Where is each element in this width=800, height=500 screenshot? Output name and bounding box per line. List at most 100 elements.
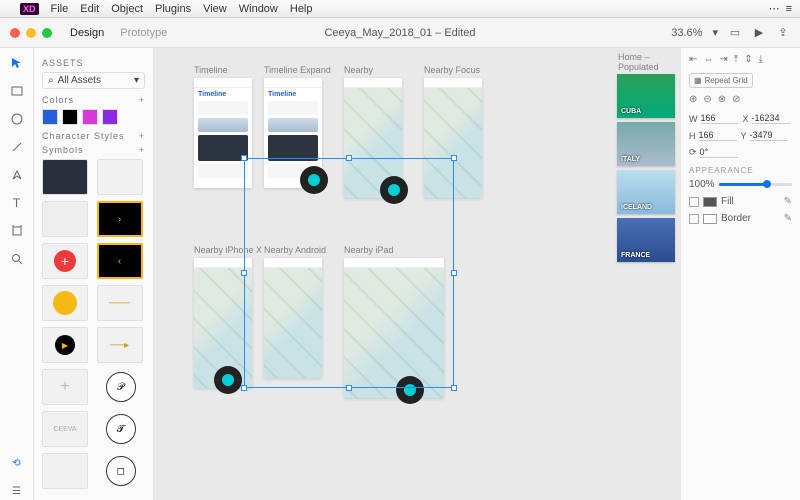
swatch[interactable]	[62, 109, 78, 125]
fullscreen-icon[interactable]	[42, 28, 52, 38]
opacity-value[interactable]: 100%	[689, 179, 715, 190]
artboard-nearby-iphonex[interactable]: Nearby iPhone X	[194, 258, 252, 388]
menu-window[interactable]: Window	[239, 3, 278, 15]
symbol-thumbnail[interactable]	[42, 453, 88, 489]
share-icon[interactable]: ⇪	[776, 26, 790, 40]
rectangle-tool[interactable]	[8, 82, 26, 100]
menu-view[interactable]: View	[203, 3, 227, 15]
exclude-icon[interactable]: ⊘	[732, 94, 740, 105]
artboard-label[interactable]: Home – Populated	[612, 48, 680, 74]
swatch[interactable]	[82, 109, 98, 125]
intersect-icon[interactable]: ⊗	[718, 94, 726, 105]
align-bottom-icon[interactable]: ⤓	[759, 54, 763, 65]
symbol-thumbnail[interactable]	[42, 285, 88, 321]
artboard-timeline[interactable]: Timeline Timeline	[194, 78, 252, 188]
artboard-label[interactable]: Timeline	[194, 65, 228, 75]
artboard-tool[interactable]	[8, 222, 26, 240]
symbol-thumbnail[interactable]	[42, 243, 88, 279]
tab-design[interactable]: Design	[70, 27, 104, 39]
artboard-label[interactable]: Nearby iPhone X	[194, 245, 262, 255]
add-charstyle-button[interactable]: +	[139, 131, 145, 141]
menu-file[interactable]: File	[51, 3, 69, 15]
artboard-label[interactable]: Timeline Expand	[264, 65, 331, 75]
menubar-dots-icon[interactable]: ⋯	[769, 2, 780, 15]
y-input[interactable]	[750, 130, 788, 141]
assets-filter[interactable]: ⌕ All Assets ▾	[42, 72, 145, 89]
symbol-thumbnail[interactable]	[42, 327, 88, 363]
height-input[interactable]	[699, 130, 737, 141]
artboard-nearby-ipad[interactable]: Nearby iPad	[344, 258, 444, 398]
menu-edit[interactable]: Edit	[80, 3, 99, 15]
fab-icon[interactable]	[300, 166, 328, 194]
swatch[interactable]	[42, 109, 58, 125]
rotate-input[interactable]	[700, 147, 738, 158]
close-icon[interactable]	[10, 28, 20, 38]
home-thumb[interactable]: FRANCE	[617, 218, 675, 262]
border-checkbox[interactable]	[689, 214, 699, 224]
eyedropper-icon[interactable]: ✎	[784, 196, 792, 207]
artboard-nearby-focus[interactable]: Nearby Focus	[424, 78, 482, 198]
align-top-icon[interactable]: ⤒	[734, 54, 738, 65]
home-thumb[interactable]: CUBA	[617, 74, 675, 118]
add-symbol-button[interactable]: +	[139, 145, 145, 155]
select-tool[interactable]	[8, 54, 26, 72]
canvas[interactable]: Timeline Timeline Timeline Expand Timeli…	[154, 48, 612, 500]
symbol-thumbnail[interactable]: ‹	[97, 243, 143, 279]
opacity-slider[interactable]	[719, 183, 792, 186]
artboard-nearby[interactable]: Nearby	[344, 78, 402, 198]
fab-icon[interactable]	[214, 366, 242, 394]
app-badge[interactable]: XD	[20, 3, 39, 15]
assets-toggle-icon[interactable]: ⟲	[8, 454, 26, 472]
artboard-timeline-expand[interactable]: Timeline Expand Timeline	[264, 78, 322, 188]
x-input[interactable]	[752, 113, 790, 124]
fab-icon[interactable]	[396, 376, 424, 404]
menu-help[interactable]: Help	[290, 3, 313, 15]
align-left-icon[interactable]: ⇤	[689, 54, 697, 65]
symbol-thumbnail[interactable]: ──▸	[97, 327, 143, 363]
symbol-thumbnail[interactable]: ›	[97, 201, 143, 237]
artboard-label[interactable]: Nearby iPad	[344, 245, 394, 255]
artboard-label[interactable]: Nearby Android	[264, 245, 326, 255]
layers-toggle-icon[interactable]: ☰	[8, 482, 26, 500]
text-tool[interactable]: T	[8, 194, 26, 212]
artboard-label[interactable]: Nearby Focus	[424, 65, 480, 75]
menubar-list-icon[interactable]: ≡	[786, 3, 792, 15]
symbol-thumbnail[interactable]: CEEVA	[42, 411, 88, 447]
symbol-thumbnail[interactable]: ───	[97, 285, 143, 321]
symbol-thumbnail[interactable]: ◻	[106, 456, 136, 486]
window-controls[interactable]	[10, 28, 52, 38]
menu-plugins[interactable]: Plugins	[155, 3, 191, 15]
ellipse-tool[interactable]	[8, 110, 26, 128]
symbol-thumbnail[interactable]	[42, 159, 88, 195]
border-swatch[interactable]	[703, 214, 717, 224]
fab-icon[interactable]	[380, 176, 408, 204]
symbol-thumbnail[interactable]	[97, 159, 143, 195]
align-center-h-icon[interactable]: ⇔	[703, 54, 713, 65]
swatch[interactable]	[102, 109, 118, 125]
pen-tool[interactable]	[8, 166, 26, 184]
fill-checkbox[interactable]	[689, 197, 699, 207]
minimize-icon[interactable]	[26, 28, 36, 38]
eyedropper-icon[interactable]: ✎	[784, 213, 792, 224]
symbol-thumbnail[interactable]: 𝒫	[106, 372, 136, 402]
chevron-down-icon[interactable]: ▾	[712, 26, 718, 39]
align-middle-v-icon[interactable]: ⇕	[744, 54, 752, 65]
subtract-icon[interactable]: ⊖	[703, 94, 711, 105]
menu-object[interactable]: Object	[111, 3, 143, 15]
align-right-icon[interactable]: ⇥	[719, 54, 727, 65]
home-thumb[interactable]: ITALY	[617, 122, 675, 166]
width-input[interactable]	[701, 113, 739, 124]
add-color-button[interactable]: +	[139, 95, 145, 105]
artboard-label[interactable]: Nearby	[344, 65, 373, 75]
repeat-grid-button[interactable]: ▦ Repeat Grid	[689, 73, 753, 88]
fill-swatch[interactable]	[703, 197, 717, 207]
symbol-thumbnail[interactable]: 𝓣	[106, 414, 136, 444]
line-tool[interactable]	[8, 138, 26, 156]
zoom-level[interactable]: 33.6%	[671, 27, 702, 39]
add-icon[interactable]: ⊕	[689, 94, 697, 105]
zoom-tool[interactable]	[8, 250, 26, 268]
device-preview-icon[interactable]: ▭	[728, 26, 742, 40]
tab-prototype[interactable]: Prototype	[120, 27, 167, 39]
symbol-thumbnail[interactable]	[42, 369, 88, 405]
home-thumb[interactable]: ICELAND	[617, 170, 675, 214]
